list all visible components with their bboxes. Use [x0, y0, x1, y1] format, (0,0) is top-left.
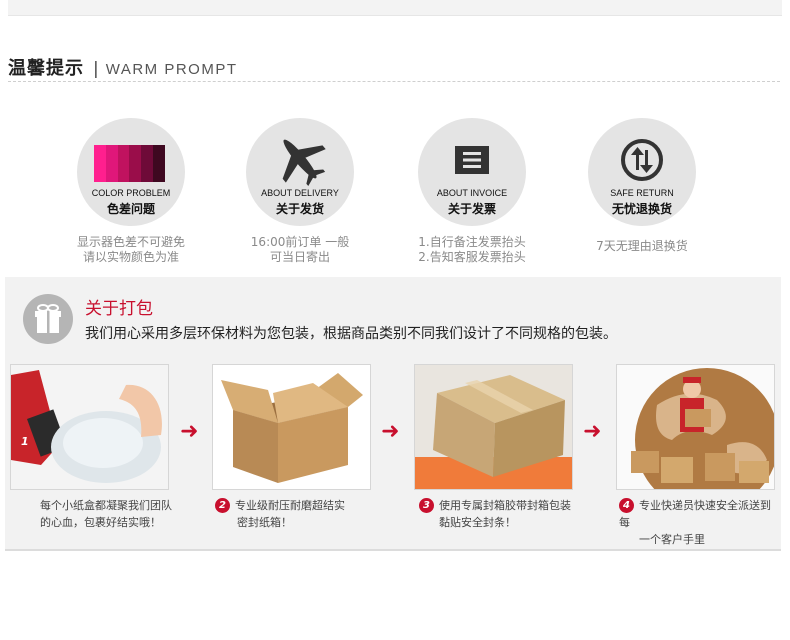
tip-title-cn: 无忧退换货 — [611, 202, 672, 216]
tip-title-en: SAFE RETURN — [610, 188, 674, 198]
caption-line: 专业级耐压耐磨超结实 — [235, 499, 345, 512]
tip-circle: ABOUT DELIVERY 关于发货 — [246, 118, 354, 226]
tip-description: 显示器色差不可避免 请以实物颜色为准 — [76, 235, 185, 264]
caption-line: 专业快递员快速安全派送到每 — [619, 499, 771, 529]
step-caption: 4 专业快递员快速安全派送到每 一个客户手里 — [619, 497, 781, 548]
caption-line: 每个小纸盒都凝聚我们团队 — [40, 499, 172, 512]
title-separator: | — [93, 59, 99, 79]
packing-section: 关于打包 我们用心采用多层环保材料为您包装，根据商品类别不同我们设计了不同规格的… — [5, 277, 781, 551]
tip-circle: SAFE RETURN 无忧退换货 — [588, 118, 696, 226]
caption-line: 一个客户手里 — [639, 533, 705, 546]
step-arrow: ➜ — [381, 419, 400, 444]
tip-description: 1.自行备注发票抬头 2.告知客服发票抬头 — [418, 235, 526, 264]
tip-color-problem: COLOR PROBLEM 色差问题 显示器色差不可避免 请以实物颜色为准 — [61, 118, 201, 265]
section-title-en: WARM PROMPT — [105, 61, 238, 78]
top-strip — [8, 0, 782, 16]
packing-title: 关于打包 — [85, 299, 153, 319]
courier-globe-photo — [616, 364, 775, 490]
step-caption: 每个小纸盒都凝聚我们团队 的心血，包裹好结实哦！ — [40, 497, 172, 531]
tip-safe-return: SAFE RETURN 无忧退换货 7天无理由退换货 — [572, 118, 712, 254]
tip-title-en: COLOR PROBLEM — [91, 188, 171, 198]
tip-circle: COLOR PROBLEM 色差问题 — [77, 118, 185, 226]
tip-delivery: ABOUT DELIVERY 关于发货 16:00前订单 一般 可当日寄出 — [230, 118, 370, 265]
color-palette-icon — [94, 145, 165, 182]
packing-subtitle: 我们用心采用多层环保材料为您包装，根据商品类别不同我们设计了不同规格的包装。 — [85, 326, 617, 342]
bubble-wrap-photo: 1 — [10, 364, 169, 490]
caption-line: 黏贴安全封条！ — [439, 516, 516, 529]
svg-text:1: 1 — [21, 435, 29, 448]
dashed-divider — [8, 81, 780, 82]
caption-line: 使用专属封箱胶带封箱包装 — [439, 499, 571, 512]
gift-box-icon — [23, 294, 73, 344]
caption-line: 密封纸箱！ — [237, 516, 292, 529]
step-arrow: ➜ — [583, 419, 602, 444]
step-number-badge: 2 — [215, 498, 230, 513]
tip-title-cn: 色差问题 — [106, 202, 155, 216]
return-icon — [588, 138, 696, 182]
tip-title-cn: 关于发票 — [447, 202, 496, 216]
step-caption: 2 专业级耐压耐磨超结实 密封纸箱！ — [215, 497, 345, 531]
tip-title-cn: 关于发货 — [275, 202, 324, 216]
open-carton-photo — [212, 364, 371, 490]
airplane-icon — [246, 130, 354, 188]
tip-circle: ABOUT INVOICE 关于发票 — [418, 118, 526, 226]
section-title-cn: 温馨提示 — [8, 58, 84, 79]
tip-description: 16:00前订单 一般 可当日寄出 — [250, 235, 350, 264]
sealed-box-photo — [414, 364, 573, 490]
step-arrow: ➜ — [180, 419, 199, 444]
tip-invoice: ABOUT INVOICE 关于发票 1.自行备注发票抬头 2.告知客服发票抬头 — [402, 118, 542, 265]
step-caption: 3 使用专属封箱胶带封箱包装 黏贴安全封条！ — [419, 497, 571, 531]
step-number-badge: 3 — [419, 498, 434, 513]
tip-title-en: ABOUT INVOICE — [436, 188, 508, 198]
step-number-badge: 4 — [619, 498, 634, 513]
section-header: 温馨提示 | WARM PROMPT — [8, 54, 238, 80]
invoice-icon — [418, 146, 526, 174]
tip-description: 7天无理由退换货 — [596, 239, 688, 253]
caption-line: 的心血，包裹好结实哦！ — [40, 516, 161, 529]
tip-title-en: ABOUT DELIVERY — [261, 188, 339, 198]
